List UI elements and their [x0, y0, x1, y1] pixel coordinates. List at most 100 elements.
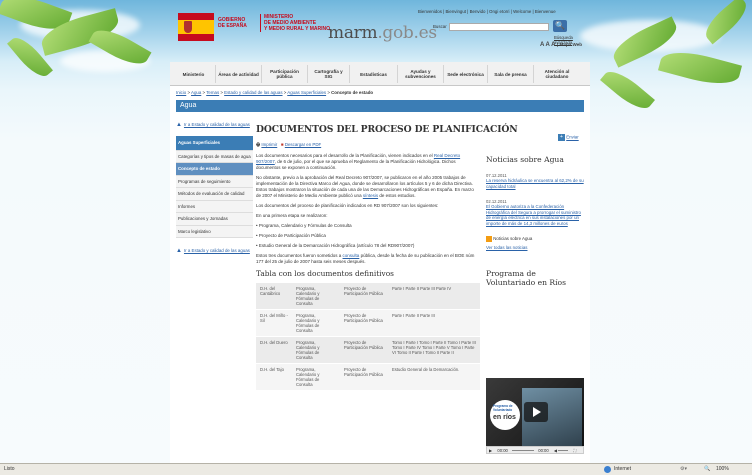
- news-item-link[interactable]: El Gobierno autoriza a la Confederación …: [486, 204, 586, 226]
- bullet-3: • Estudio General de la Demarcación Hidr…: [256, 243, 415, 248]
- nav-prensa[interactable]: Sala de prensa: [488, 65, 534, 83]
- crumb-agua[interactable]: Agua: [191, 90, 201, 95]
- site-logo[interactable]: marm.gob.es: [328, 23, 437, 43]
- sidebar-item-marco[interactable]: Marco legislativo: [176, 225, 253, 238]
- search-input[interactable]: [449, 23, 549, 31]
- font-size-controls: A A A | Mapa Web: [540, 42, 583, 48]
- protected-mode-icon[interactable]: ⚙▾: [680, 464, 687, 475]
- crumb-current: Concepto de estado: [331, 90, 374, 95]
- share-control[interactable]: + Enviar: [558, 134, 579, 141]
- page-tools: 🖶 Imprimir ■ Descargar en PDF: [256, 141, 480, 149]
- table-row: D.H. del Duero Programa, Calendario y Fó…: [256, 336, 480, 364]
- video-caption-big: en ríos: [493, 414, 516, 421]
- time-current: 00:00: [497, 448, 508, 453]
- table-cell: D.H. del Cantábrico: [256, 283, 292, 310]
- sidebar-item-programas[interactable]: Programas de seguimiento: [176, 175, 253, 188]
- table-cell-link[interactable]: Programa, Calendario y Fórmulas de Consu…: [292, 309, 340, 337]
- table-cell-link[interactable]: Proyecto de Participación Pública: [340, 363, 388, 391]
- language-links[interactable]: Bienvenidos | Bienvingut | Benvido | Ong…: [418, 9, 556, 14]
- crumb-superficiales[interactable]: Aguas Superficiales: [287, 90, 326, 95]
- play-button[interactable]: [524, 402, 548, 422]
- volume-icon[interactable]: ◀: [554, 448, 557, 453]
- sidebar-header[interactable]: Aguas Superficiales: [176, 136, 253, 151]
- sidebar-item-publicaciones[interactable]: Publicaciones y Jornadas: [176, 213, 253, 226]
- share-icon: +: [558, 134, 565, 141]
- table-row: D.H. del Tajo Programa, Calendario y Fór…: [256, 363, 480, 391]
- sidebar-item-metodos[interactable]: Métodos de evaluación de calidad: [176, 188, 253, 201]
- sidebar: ▲ Ir a Estado y calidad de las aguas Agu…: [176, 122, 253, 254]
- search-icon: 🔍: [555, 21, 565, 30]
- site-header: GOBIERNO DE ESPAÑA MINISTERIO DE MEDIO A…: [170, 0, 590, 62]
- globe-icon: [604, 466, 611, 473]
- sintesis-link[interactable]: síntesis: [363, 193, 378, 198]
- paragraph-1: Los documentos necesarios para el desarr…: [256, 153, 461, 170]
- brand-rest: .gob.es: [377, 23, 437, 43]
- table-cell-link[interactable]: Programa, Calendario y Fórmulas de Consu…: [292, 283, 340, 310]
- sidebar-item-categorias[interactable]: Categorías y tipos de masas de agua: [176, 150, 253, 163]
- main-content: DOCUMENTOS DEL PROCESO DE PLANIFICACIÓN …: [256, 124, 518, 391]
- content-page: Ministerio Áreas de actividad Participac…: [170, 62, 590, 463]
- spain-coat-of-arms-logo: [178, 13, 214, 41]
- nav-participacion[interactable]: Participación pública: [262, 65, 308, 83]
- fullscreen-icon[interactable]: ⛶: [573, 448, 576, 453]
- browser-status-bar: Listo Internet ⚙▾ 🔍 100%: [0, 463, 752, 475]
- volume-slider[interactable]: [558, 450, 569, 452]
- all-news-link[interactable]: Ver todas las noticias: [486, 245, 586, 251]
- consulta-link[interactable]: consulta: [343, 253, 360, 258]
- rss-icon: [486, 235, 492, 242]
- table-cell-link[interactable]: Proyecto de Participación Pública: [340, 309, 388, 337]
- news-item-link[interactable]: La reserva hidráulica se encuentra al 62…: [486, 178, 586, 189]
- gov-line-2: DE ESPAÑA: [218, 23, 247, 29]
- zone-label: Internet: [614, 466, 631, 472]
- table-row: D.H. del Cantábrico Programa, Calendario…: [256, 283, 480, 310]
- video-caption-top: Programa de Voluntariado: [493, 404, 513, 412]
- bullet-1: • Programa, Calendario y Fórmulas de Con…: [256, 223, 352, 228]
- crumb-estado[interactable]: Estado y calidad de las aguas: [224, 90, 282, 95]
- rss-row: Noticias sobre Agua: [486, 235, 586, 242]
- video-heading: Programa de Voluntariado en Ríos: [486, 269, 566, 288]
- table-cell-link[interactable]: Tomo I Parte I Tomo I Parte II Tomo I Pa…: [388, 336, 480, 364]
- nav-estadisticas[interactable]: Estadísticas: [350, 65, 398, 83]
- nav-ayudas[interactable]: Ayudas y subvenciones: [398, 65, 444, 83]
- rss-label[interactable]: Noticias sobre Agua: [493, 236, 532, 241]
- table-cell-link[interactable]: Estudio General de la Demarcación.: [388, 363, 480, 391]
- main-nav: Ministerio Áreas de actividad Participac…: [170, 62, 590, 86]
- table-cell-link[interactable]: Proyecto de Participación Pública: [340, 283, 388, 310]
- sidebar-item-informes[interactable]: Informes: [176, 200, 253, 213]
- search-button[interactable]: 🔍: [553, 20, 567, 32]
- font-size-buttons[interactable]: A A A: [540, 42, 555, 48]
- zoom-icon[interactable]: 🔍: [704, 464, 710, 475]
- nav-atencion[interactable]: Atención al ciudadano: [534, 65, 580, 83]
- nav-cartografia[interactable]: Cartografía y SIG: [308, 65, 350, 83]
- play-control-icon[interactable]: ▶: [489, 448, 492, 453]
- nav-areas[interactable]: Áreas de actividad: [216, 65, 262, 83]
- search-label: Buscar: [433, 24, 447, 29]
- up-arrow-icon: ▲: [176, 248, 182, 254]
- video-controls: ▶ 00:00 00:00 ◀ ⛶: [486, 446, 584, 454]
- sidebar-item-concepto[interactable]: Concepto de estado: [176, 163, 253, 176]
- table-cell-link[interactable]: Parte I Parte II Parte III: [388, 309, 480, 337]
- print-link[interactable]: Imprimir: [261, 142, 277, 147]
- pdf-link[interactable]: Descargar en PDF: [285, 142, 321, 147]
- sidebar-back-link-bottom[interactable]: Ir a Estado y calidad de las aguas: [184, 248, 250, 254]
- table-cell-link[interactable]: Programa, Calendario y Fórmulas de Consu…: [292, 363, 340, 391]
- sidebar-back-link-top[interactable]: Ir a Estado y calidad de las aguas: [184, 122, 250, 128]
- table-cell: D.H. del Miño - Sil: [256, 309, 292, 337]
- table-cell-link[interactable]: Proyecto de Participación Pública: [340, 336, 388, 364]
- table-cell-link[interactable]: Parte I Parte II Parte III Parte IV: [388, 283, 480, 310]
- nav-ministerio[interactable]: Ministerio: [172, 65, 216, 83]
- share-link[interactable]: Enviar: [566, 135, 578, 140]
- table-cell-link[interactable]: Programa, Calendario y Fórmulas de Consu…: [292, 336, 340, 364]
- zoom-level[interactable]: 100%: [716, 464, 729, 475]
- breadcrumb: Inicio > Agua > Temas > Estado y calidad…: [176, 90, 374, 95]
- crumb-inicio[interactable]: Inicio: [176, 90, 186, 95]
- seek-bar[interactable]: [512, 450, 535, 452]
- table-heading: Tabla con los documentos definitivos: [256, 269, 394, 278]
- right-column: + Enviar Noticias sobre Agua 07.12.2011 …: [486, 124, 586, 454]
- table-cell: D.H. del Tajo: [256, 363, 292, 391]
- nav-sede[interactable]: Sede electrónica: [444, 65, 488, 83]
- crumb-temas[interactable]: Temas: [206, 90, 219, 95]
- video-player[interactable]: Programa de Voluntariado en ríos: [486, 378, 584, 450]
- brand-main: marm: [328, 23, 378, 43]
- sitemap-link[interactable]: Mapa Web: [559, 42, 582, 47]
